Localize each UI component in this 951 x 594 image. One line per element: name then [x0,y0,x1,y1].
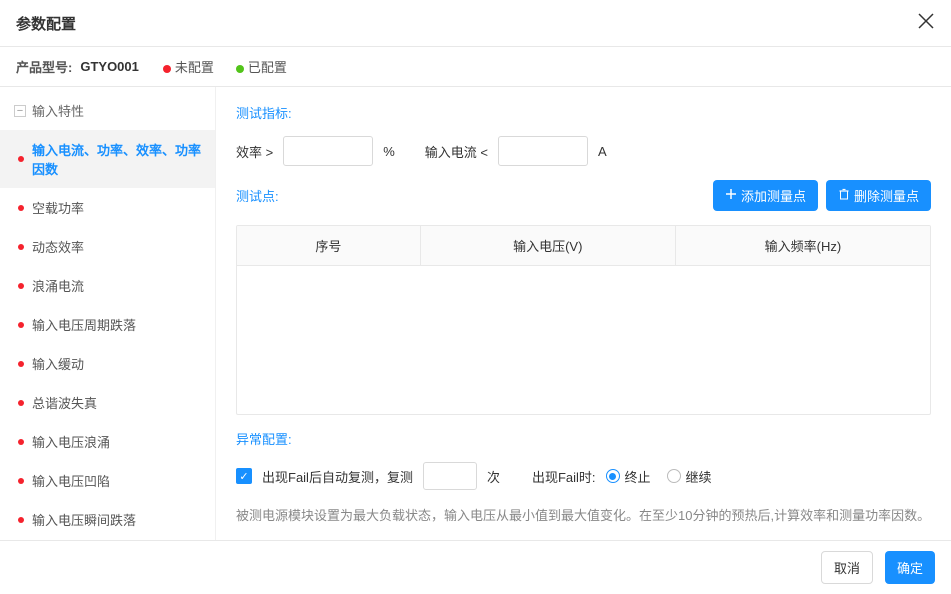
add-point-button[interactable]: 添加测量点 [713,180,818,211]
product-info-bar: 产品型号: GTYO001 未配置 已配置 [0,47,951,86]
status-dot-icon [18,283,24,289]
sidebar-item-label: 输入电压浪涌 [32,432,110,451]
on-fail-radio-group: 终止 继续 [606,467,712,486]
status-dot-icon [18,517,24,523]
sidebar-item-input-voltage-dip[interactable]: 输入电压凹陷 [0,461,215,500]
sidebar-item-input-voltage-instant-drop[interactable]: 输入电压瞬间跌落 [0,500,215,539]
sidebar-group-input[interactable]: − 输入特性 [0,91,215,130]
sidebar-item-label: 动态效率 [32,237,84,256]
dialog-header: 参数配置 [0,0,951,47]
on-fail-label: 出现Fail时: [532,467,596,486]
sidebar-item-label: 输入电压瞬间跌落 [32,510,136,529]
status-dot-icon [18,205,24,211]
sidebar-item-thd[interactable]: 总谐波失真 [0,383,215,422]
dialog-footer: 取消 确定 [0,540,951,594]
table-col-voltage: 输入电压(V) [421,226,676,265]
exception-config-label: 异常配置: [236,429,931,448]
sidebar-item-input-slow[interactable]: 输入缓动 [0,344,215,383]
trash-icon [838,188,850,203]
delete-point-button[interactable]: 删除测量点 [826,180,931,211]
status-dot-icon [18,478,24,484]
confirm-button[interactable]: 确定 [885,551,935,584]
sidebar-item-no-load-power[interactable]: 空载功率 [0,188,215,227]
dialog-title: 参数配置 [16,13,76,34]
efficiency-label: 效率 > [236,142,273,161]
radio-stop-label: 终止 [625,467,651,486]
status-dot-icon [18,322,24,328]
retest-checkbox[interactable]: ✓ [236,468,252,484]
input-current-input[interactable] [498,136,588,166]
cancel-button[interactable]: 取消 [821,551,873,584]
collapse-minus-icon: − [14,105,26,117]
sidebar-item-dynamic-efficiency[interactable]: 动态效率 [0,227,215,266]
sidebar: − 输入特性 输入电流、功率、效率、功率因数 空载功率 动态效率 浪涌电流 输入… [0,87,216,540]
sidebar-item-label: 总谐波失真 [32,393,97,412]
sidebar-item-label: 浪涌电流 [32,276,84,295]
status-dot-icon [18,244,24,250]
status-dot-icon [18,156,24,162]
table-col-frequency: 输入频率(Hz) [676,226,930,265]
legend-configured: 已配置 [236,57,287,76]
test-point-toolbar: 测试点: 添加测量点 删除测量点 [236,180,931,211]
green-dot-icon [236,65,244,73]
retest-suffix: 次 [487,467,500,486]
add-point-label: 添加测量点 [741,186,806,205]
main-panel: 测试指标: 效率 > % 输入电流 < A 测试点: 添加测量点 [216,87,951,540]
sidebar-item-input-voltage-surge[interactable]: 输入电压浪涌 [0,422,215,461]
test-point-table: 序号 输入电压(V) 输入频率(Hz) [236,225,931,415]
sidebar-item-label: 输入电压周期跌落 [32,315,136,334]
sidebar-item-input-current-power[interactable]: 输入电流、功率、效率、功率因数 [0,130,215,188]
sidebar-item-label: 输入电压凹陷 [32,471,110,490]
efficiency-input[interactable] [283,136,373,166]
test-point-label: 测试点: [236,186,279,205]
status-dot-icon [18,400,24,406]
test-metric-label: 测试指标: [236,103,931,122]
product-model-value: GTYO001 [80,59,139,74]
plus-icon [725,188,737,203]
efficiency-unit: % [383,144,395,159]
radio-stop[interactable]: 终止 [606,467,651,486]
exception-row: ✓ 出现Fail后自动复测，复测 次 出现Fail时: 终止 继续 [236,462,931,490]
sidebar-item-label: 输入缓动 [32,354,84,373]
sidebar-item-label: 输入电流、功率、效率、功率因数 [32,140,201,178]
radio-checked-icon [606,469,620,483]
legend-unconfigured: 未配置 [163,57,214,76]
test-metric-row: 效率 > % 输入电流 < A [236,136,931,166]
radio-unchecked-icon [667,469,681,483]
radio-continue-label: 继续 [686,467,712,486]
red-dot-icon [163,65,171,73]
close-icon[interactable] [917,12,935,34]
description-text: 被测电源模块设置为最大负载状态，输入电压从最小值到最大值变化。在至少10分钟的预… [236,505,931,524]
retest-label: 出现Fail后自动复测，复测 [262,467,413,486]
status-dot-icon [18,439,24,445]
retest-count-input[interactable] [423,462,477,490]
delete-point-label: 删除测量点 [854,186,919,205]
status-dot-icon [18,361,24,367]
sidebar-item-label: 空载功率 [32,198,84,217]
product-model-label: 产品型号: [16,57,72,76]
table-col-seq: 序号 [237,226,421,265]
input-current-label: 输入电流 < [425,142,488,161]
sidebar-group-label: 输入特性 [32,101,84,120]
sidebar-item-inrush-current[interactable]: 浪涌电流 [0,266,215,305]
radio-continue[interactable]: 继续 [667,467,712,486]
input-current-unit: A [598,144,607,159]
table-header: 序号 输入电压(V) 输入频率(Hz) [237,226,930,266]
sidebar-item-input-voltage-cycle-drop[interactable]: 输入电压周期跌落 [0,305,215,344]
